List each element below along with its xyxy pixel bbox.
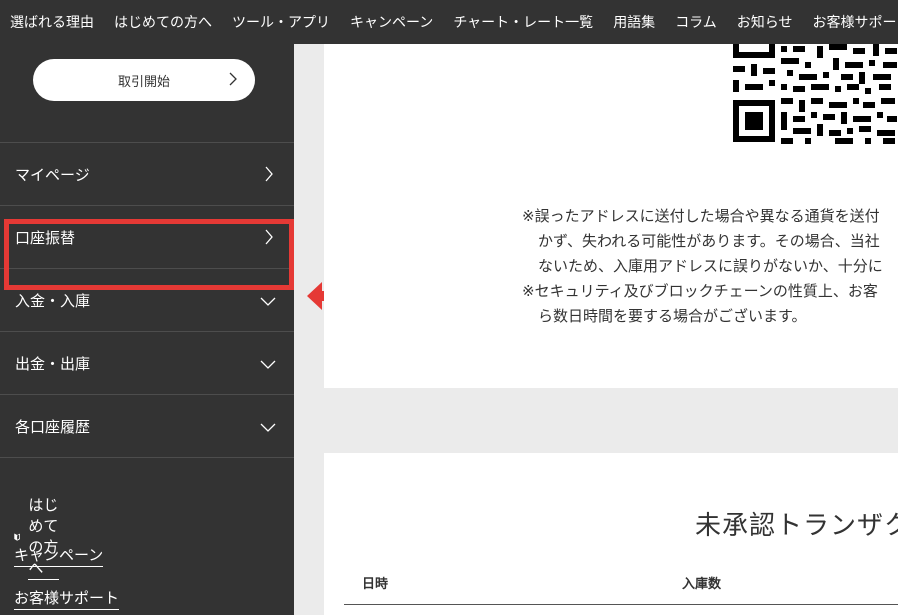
note-line: ら数日時間を要する場合がございます。 [538, 307, 807, 325]
note-line: ※誤ったアドレスに送付した場合や異なる通貨を送付 [522, 207, 880, 225]
table-header-divider [344, 604, 898, 605]
nav-item-chart-rates[interactable]: チャート・レート一覧 [443, 12, 603, 32]
nav-item-support[interactable]: お客様サポート [803, 12, 898, 32]
trade-start-button[interactable]: 取引開始 [33, 59, 255, 101]
support-link[interactable]: お客様サポート [14, 587, 120, 610]
chevron-right-icon [265, 166, 273, 182]
note-line: ※セキュリティ及びブロックチェーンの性質上、お客 [522, 282, 878, 300]
nav-item-tools[interactable]: ツール・アプリ [222, 12, 340, 32]
chevron-down-icon [260, 423, 276, 432]
chevron-down-icon [260, 360, 276, 369]
nav-item-why[interactable]: 選ばれる理由 [0, 12, 104, 32]
sidebar-item-label: 出金・出庫 [15, 355, 91, 373]
sidebar-item-history[interactable]: 各口座履歴 [0, 394, 294, 458]
sidebar-item-deposit[interactable]: 入金・入庫 [0, 268, 294, 331]
sidebar-item-label: マイページ [15, 166, 90, 184]
deposit-address-panel: ※誤ったアドレスに送付した場合や異なる通貨を送付 かず、失われる可能性があります… [324, 44, 898, 388]
chevron-right-icon [229, 72, 237, 86]
pending-title: 未承認トランザク [695, 511, 898, 541]
nav-item-campaign[interactable]: キャンペーン [340, 12, 443, 32]
note-line: ないため、入庫用アドレスに誤りがないか、十分に [538, 257, 883, 275]
qr-code [733, 44, 898, 144]
side-menu: マイページ 口座振替 入金・入庫 出金・出庫 各口座履歴 [0, 142, 294, 458]
campaign-link[interactable]: キャンペーン [14, 544, 104, 567]
sidebar-item-label: 口座振替 [15, 229, 76, 247]
sidebar: 取引開始 マイページ 口座振替 入金・入庫 出金・出庫 各口座履歴 はじめての方… [0, 44, 294, 615]
pending-transactions-panel: 未承認トランザク 日時 入庫数 [324, 453, 898, 615]
table-header-date: 日時 [362, 577, 389, 592]
trade-start-label: 取引開始 [117, 74, 170, 90]
sidebar-item-transfer[interactable]: 口座振替 [0, 205, 294, 268]
sidebar-item-label: 各口座履歴 [15, 418, 91, 436]
sidebar-item-label: 入金・入庫 [15, 292, 91, 310]
nav-item-beginner[interactable]: はじめての方へ [104, 12, 222, 32]
beginner-link-label: はじめての方へ [28, 494, 60, 580]
note-line: かず、失われる可能性があります。その場合、当社 [538, 232, 880, 250]
top-nav: 選ばれる理由 はじめての方へ ツール・アプリ キャンペーン チャート・レート一覧… [0, 0, 898, 44]
nav-item-column[interactable]: コラム [665, 12, 727, 32]
sidebar-item-withdraw[interactable]: 出金・出庫 [0, 331, 294, 394]
beginner-link[interactable]: はじめての方へ [14, 494, 60, 580]
chevron-right-icon [265, 229, 273, 245]
nav-item-glossary[interactable]: 用語集 [603, 12, 665, 32]
deposit-notes: ※誤ったアドレスに送付した場合や異なる通貨を送付 かず、失われる可能性があります… [522, 204, 883, 329]
table-header-amount: 入庫数 [682, 577, 722, 592]
sidebar-item-mypage[interactable]: マイページ [0, 142, 294, 205]
chevron-down-icon [260, 297, 276, 306]
nav-item-news[interactable]: お知らせ [727, 12, 803, 32]
